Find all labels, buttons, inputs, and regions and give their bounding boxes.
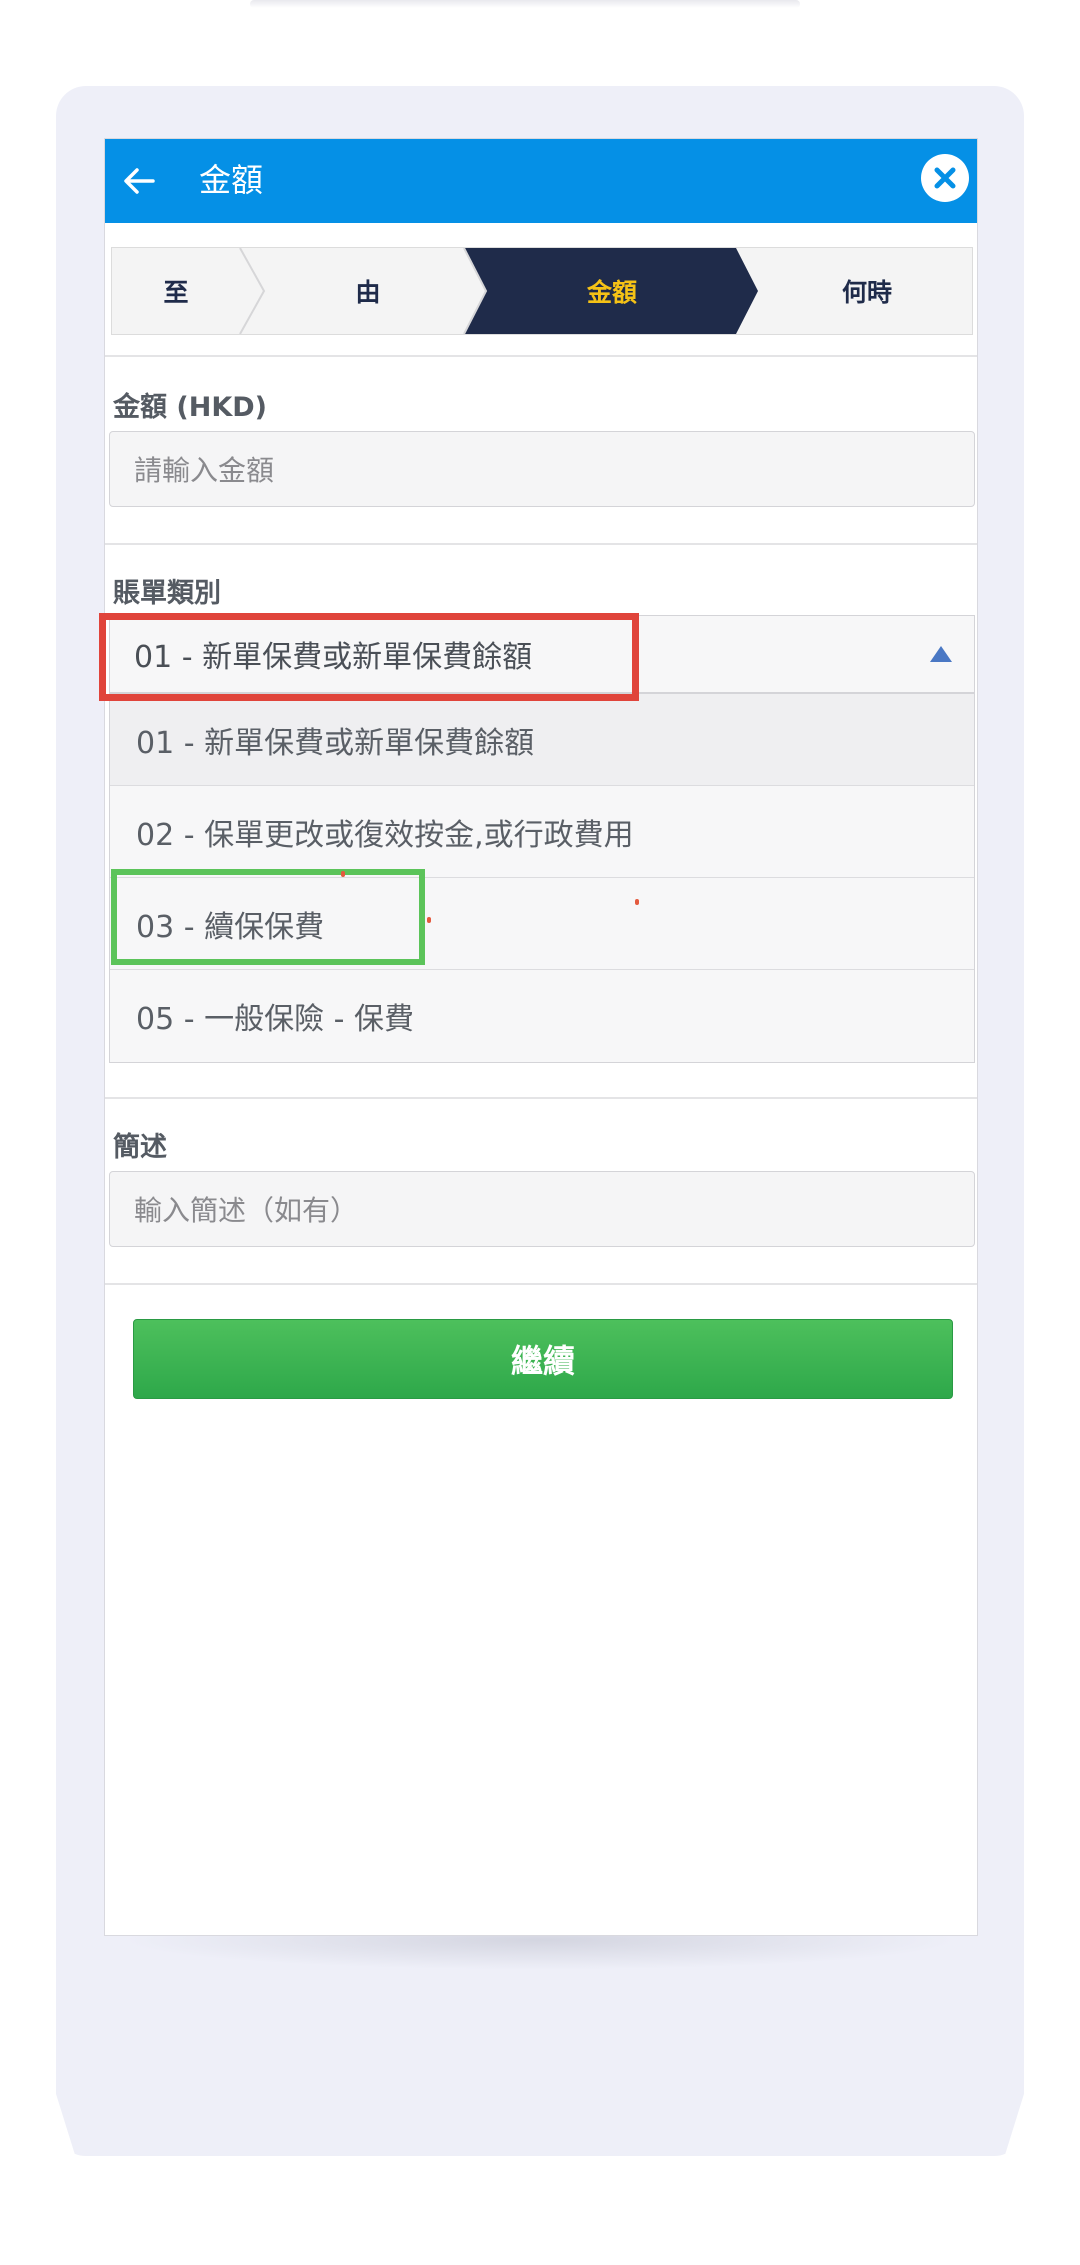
step-from[interactable]: 由 <box>272 248 464 334</box>
annotation-mark <box>341 871 345 877</box>
step-progress: 至 由 金額 何時 <box>111 247 973 335</box>
description-input[interactable]: 輸入簡述（如有） <box>109 1171 975 1247</box>
divider <box>105 543 977 545</box>
header-bar: 金額 <box>105 139 977 223</box>
amount-input[interactable]: 請輸入金額 <box>109 431 975 507</box>
divider <box>105 1097 977 1099</box>
description-label: 簡述 <box>113 1132 167 1163</box>
top-shadow <box>250 0 800 8</box>
step-amount[interactable]: 金額 <box>492 248 732 334</box>
caret-up-icon <box>930 646 952 662</box>
divider <box>105 1283 977 1285</box>
option-01[interactable]: 01 - 新單保費或新單保費餘額 <box>110 694 974 786</box>
step-when[interactable]: 何時 <box>762 248 972 334</box>
app-screen: 金額 至 由 金額 何時 金額 (HKD) 請輸入金額 賬單類別 01 - 新單… <box>99 138 978 1936</box>
option-05[interactable]: 05 - 一般保險 - 保費 <box>110 970 974 1062</box>
close-icon[interactable] <box>921 154 969 202</box>
highlight-selected-box <box>99 613 639 701</box>
amount-label: 金額 (HKD) <box>113 392 268 423</box>
step-to[interactable]: 至 <box>112 248 240 334</box>
divider <box>105 355 977 357</box>
option-02[interactable]: 02 - 保單更改或復效按金,或行政費用 <box>110 786 974 878</box>
page-title: 金額 <box>199 161 264 199</box>
continue-button[interactable]: 繼續 <box>133 1319 953 1399</box>
arrow-left-icon[interactable] <box>119 161 159 201</box>
annotation-mark <box>427 917 431 923</box>
annotation-mark <box>635 899 639 905</box>
highlight-renewal-box <box>111 869 425 965</box>
bill-type-label: 賬單類別 <box>113 578 221 609</box>
